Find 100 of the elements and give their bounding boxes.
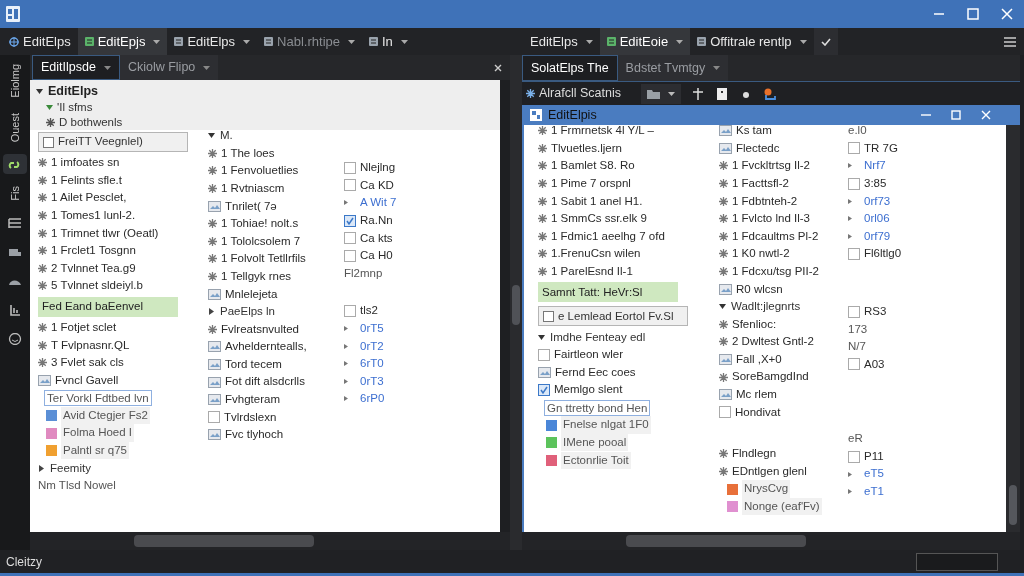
list-item[interactable]: Fvlreatsnvulted — [221, 320, 299, 338]
link[interactable]: Nrf7 — [864, 157, 886, 175]
scrollbar-thumb[interactable] — [512, 285, 520, 325]
list-item[interactable]: 173 — [848, 320, 868, 338]
list-item[interactable]: 1 Fdcxu/tsg PII-2 — [732, 262, 819, 281]
link[interactable]: 0rl06 — [864, 210, 890, 228]
list-item[interactable]: Flndlegn — [732, 445, 777, 463]
checkbox[interactable] — [543, 310, 554, 322]
list-item[interactable]: Gn ttretty bond Hen — [544, 399, 651, 416]
menu-tab[interactable]: EditEpjs — [77, 28, 168, 55]
plus-button[interactable] — [691, 86, 705, 101]
tree-group[interactable]: M. — [208, 127, 340, 145]
activity-item[interactable]: Eiolmg — [3, 61, 27, 101]
list-item[interactable]: 1 K0 nwtl-2 — [732, 245, 790, 263]
link[interactable]: eT1 — [864, 483, 884, 501]
list-item[interactable]: eR — [848, 430, 863, 448]
list-item[interactable]: 2 Dwltest Gntl-2 — [732, 333, 814, 351]
checkbox[interactable] — [848, 358, 860, 371]
checkbox[interactable] — [344, 232, 356, 245]
list-item[interactable]: 1 Frmrnetsk 4l Y/L – — [551, 122, 654, 140]
tab[interactable]: SolatElps The — [522, 55, 618, 81]
list-item[interactable]: Fvncl Gavell — [55, 371, 119, 389]
list-item[interactable]: 1 Fdcaultms Pl-2 — [732, 227, 819, 245]
menu-tab[interactable]: EditElps — [2, 28, 78, 55]
list-item[interactable]: 1 Tellgyk rnes — [221, 267, 292, 286]
list-item[interactable]: Folma Hoed I — [61, 424, 135, 442]
list-item[interactable]: Ks tam — [736, 122, 772, 140]
list-item[interactable]: Fvc tlyhoch — [225, 426, 284, 444]
toolbar-button[interactable]: Alrafcll Scatnis — [526, 84, 631, 103]
list-item[interactable]: Tlvuetles.ljern — [551, 139, 622, 157]
list-item[interactable]: R0 wlcsn — [736, 280, 783, 298]
checkbox[interactable] — [344, 179, 356, 192]
tab[interactable]: Bdstet Tvmtgy — [617, 55, 729, 81]
tree-group[interactable]: Imdhe Fenteay edl — [538, 328, 709, 346]
selected-item[interactable]: Fed Eand baEenvel — [38, 296, 178, 317]
list-item[interactable]: 1 Fvlcto lnd Il-3 — [732, 210, 810, 228]
list-item[interactable]: Fall ,X+0 — [736, 350, 782, 369]
list-item[interactable]: 1 Fdbtnteh-2 — [732, 192, 798, 210]
list-item[interactable]: Mnlelejeta — [225, 285, 278, 303]
list-item[interactable]: 1 Tomes1 lunl-2. — [51, 206, 136, 225]
list-item[interactable]: Nonge (eaf'Fv) — [742, 498, 822, 516]
list-item[interactable]: 1 Fdmic1 aeelhg 7 ofd — [551, 227, 665, 245]
folder-dropdown[interactable] — [641, 83, 681, 104]
checkbox[interactable] — [848, 450, 860, 463]
list-item[interactable]: Fvhgteram — [225, 391, 280, 409]
vertical-scrollbar[interactable] — [1006, 125, 1020, 532]
tool-button[interactable] — [763, 86, 777, 101]
list-item[interactable]: Fl2mnp — [344, 264, 383, 282]
checkbox[interactable] — [43, 136, 54, 148]
list-item[interactable]: 1 Pime 7 orspnl — [551, 174, 631, 193]
list-item[interactable]: IMene pooal — [561, 434, 629, 452]
link[interactable]: 0rf79 — [864, 227, 891, 245]
list-item[interactable]: 1 imfoates sn — [51, 154, 120, 172]
link[interactable]: eT5 — [864, 465, 884, 483]
scrollbar-thumb[interactable] — [134, 535, 314, 547]
list-item[interactable]: T Fvlpnasnr.QL — [51, 336, 130, 354]
tree-title[interactable]: EditElps — [36, 82, 500, 100]
list-item[interactable]: 1 Tohiae! nolt.s — [221, 215, 299, 233]
list-item[interactable]: 1 Folvolt Tetllrfils — [221, 250, 306, 268]
vertical-scrollbar[interactable] — [510, 55, 522, 550]
checkbox[interactable] — [538, 383, 550, 396]
check-button[interactable] — [813, 28, 838, 55]
scrollbar-thumb[interactable] — [626, 535, 806, 547]
list-item[interactable]: Flectedc — [736, 139, 780, 157]
checkbox[interactable] — [848, 305, 860, 318]
list-item[interactable]: 1 SmmCs ssr.elk 9 — [551, 210, 647, 228]
input-field[interactable]: e Lemlead Eortol Fv.Sl — [538, 306, 688, 327]
selected-item[interactable]: Samnt Tatt: HeVr:Sl — [538, 282, 678, 303]
list-item[interactable]: 1 Sabit 1 anel H1. — [551, 192, 643, 210]
link[interactable]: 6rT0 — [360, 355, 384, 373]
tree-group[interactable]: PaeElps ln — [208, 302, 340, 321]
menu-tab[interactable]: In — [362, 28, 415, 55]
checkbox[interactable] — [344, 161, 356, 174]
list-item[interactable]: 1 The loes — [221, 144, 275, 162]
list-item[interactable]: N/7 — [848, 338, 866, 356]
list-item[interactable]: 1 Fenvoluetlies — [221, 162, 299, 180]
menu-tab[interactable]: EditElps — [523, 28, 600, 55]
list-item[interactable]: 1 Ailet Pesclet, — [51, 189, 127, 207]
list-item[interactable]: 3 Fvlet sak cls — [51, 354, 124, 372]
link[interactable]: 6rP0 — [360, 390, 385, 408]
list-item[interactable]: Tord tecem — [225, 355, 282, 374]
list-item[interactable]: 2 Tvlnnet Tea.g9 — [51, 259, 136, 277]
list-item[interactable]: 1 Fvckltrtsg Il-2 — [732, 157, 810, 175]
list-item[interactable]: Fernd Eec coes — [555, 363, 636, 381]
list-item[interactable]: Avid Ctegjer Fs2 — [61, 406, 150, 425]
link[interactable]: 0rT5 — [360, 319, 384, 338]
list-item[interactable]: 1 Rvtniascm — [221, 179, 285, 198]
list-item[interactable]: 1 Trimnet tlwr (Oeatl) — [51, 224, 159, 242]
checkbox[interactable] — [848, 177, 860, 190]
list-item[interactable]: 5 Tvlnnet sldeiyl.b — [51, 277, 143, 295]
list-item[interactable]: EDntlgen glenl — [732, 462, 807, 481]
activity-item[interactable]: Fis — [3, 183, 27, 204]
list-item[interactable]: Nm Tlsd Nowel — [38, 477, 116, 495]
list-item[interactable]: 1 Tololcsolem 7 — [221, 232, 301, 250]
link[interactable]: 0rT3 — [360, 372, 384, 390]
checkbox[interactable] — [208, 411, 220, 424]
list-item[interactable]: Avhelderntealls, — [225, 338, 307, 356]
list-item[interactable]: 1 Fotjet sclet — [51, 318, 117, 337]
tab[interactable]: Ckiolw Flipo — [119, 55, 219, 80]
activity-item[interactable] — [3, 154, 27, 174]
